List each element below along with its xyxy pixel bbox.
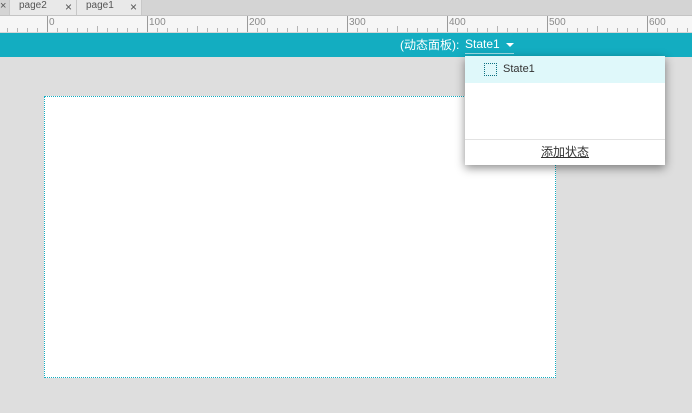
state-dropdown: State1 添加状态 [465,56,665,165]
ruler-label: 500 [549,17,566,28]
dynamic-panel-bar: (动态面板): State1 [0,33,692,57]
selected-state-label: State1 [465,37,500,51]
tab-label: page2 [19,0,47,11]
caret-down-icon [505,43,514,47]
dropdown-divider [465,139,665,140]
state-selector[interactable]: State1 [465,37,514,54]
state-item-state1[interactable]: State1 [465,56,665,83]
ruler-ticks [7,16,688,32]
ruler-label: 200 [249,17,266,28]
ruler-label: 400 [449,17,466,28]
state-box-icon [484,63,497,76]
panel-caption: (动态面板): [400,38,460,52]
tab-close-icon[interactable]: × [130,0,137,14]
ruler-label: 600 [649,17,666,28]
state-item-label: State1 [503,63,535,75]
tab-label: page1 [86,0,114,11]
ruler-label: 300 [349,17,366,28]
tab-page1[interactable]: page1 × [77,0,142,15]
add-state-link[interactable]: 添加状态 [465,145,665,160]
ruler-label: 0 [49,17,55,28]
tab-close-stub-icon[interactable]: × [0,0,10,15]
tab-close-icon[interactable]: × [65,0,72,14]
tab-strip: × page2 × page1 × [0,0,692,16]
horizontal-ruler: 0 100 200 300 400 500 600 [0,16,692,33]
tab-page2[interactable]: page2 × [10,0,77,15]
ruler-label: 100 [149,17,166,28]
